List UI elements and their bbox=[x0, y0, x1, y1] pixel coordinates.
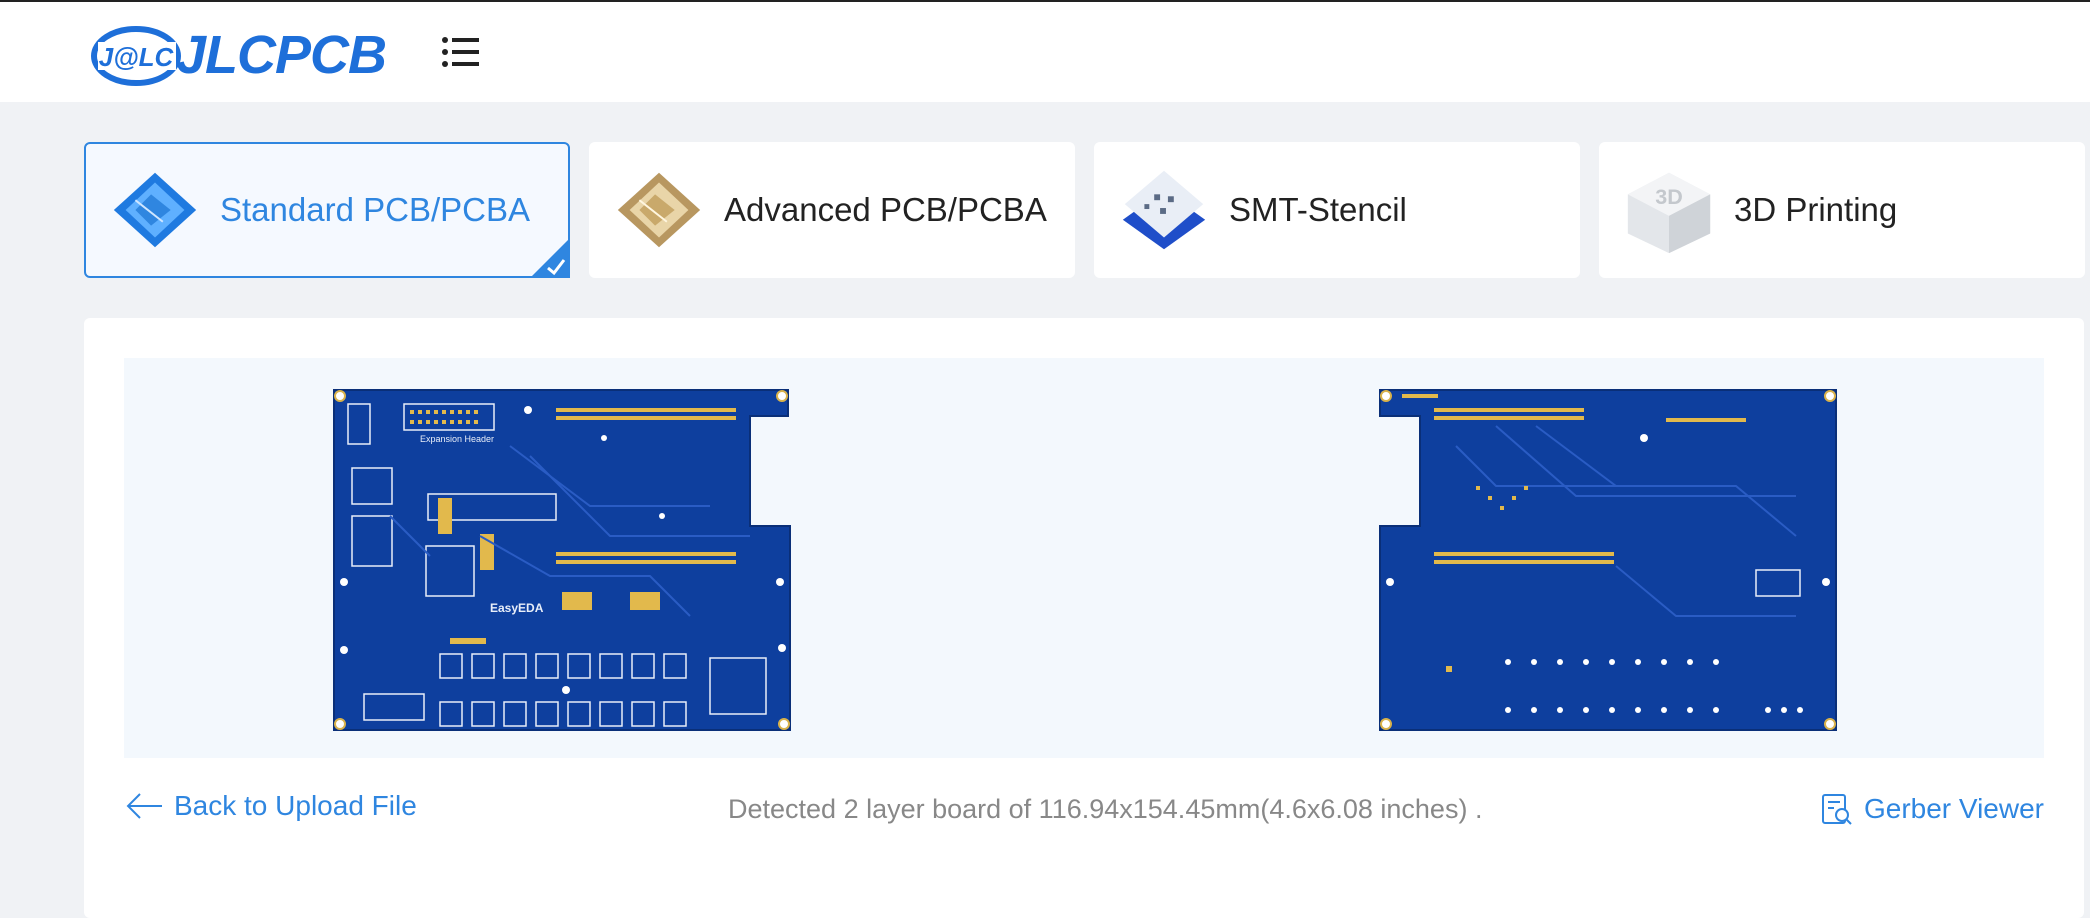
detected-board-info: Detected 2 layer board of 116.94x154.45m… bbox=[728, 794, 1483, 824]
gerber-viewer-link[interactable]: Gerber Viewer bbox=[1820, 792, 2044, 826]
list-menu-icon bbox=[442, 37, 479, 67]
standard-pcb-icon bbox=[113, 172, 197, 248]
back-to-upload-link[interactable]: Back to Upload File bbox=[124, 790, 417, 822]
gerber-preview-panel: Expansion Header EasyEDA Back to Upload … bbox=[84, 318, 2084, 918]
tab-smt-stencil[interactable]: SMT-Stencil bbox=[1094, 142, 1580, 278]
tab-label: SMT-Stencil bbox=[1229, 191, 1407, 228]
tab-label: Standard PCB/PCBA bbox=[220, 191, 530, 228]
tab-standard-pcb[interactable]: Standard PCB/PCBA bbox=[84, 142, 570, 278]
silk-easyeda-logo: EasyEDA bbox=[490, 601, 544, 615]
selected-check-icon bbox=[530, 238, 570, 278]
logo-text: JLCPCB bbox=[176, 25, 387, 85]
3d-printing-icon: 3D bbox=[1627, 172, 1711, 254]
product-tabs: Standard PCB/PCBA Advanced PCB/PCBA SMT-… bbox=[84, 142, 2090, 278]
preview-footer: Back to Upload File Detected 2 layer boa… bbox=[124, 778, 2044, 838]
menu-button[interactable] bbox=[438, 32, 482, 72]
tab-3d-printing[interactable]: 3D 3D Printing bbox=[1599, 142, 2085, 278]
document-search-icon bbox=[1821, 794, 1852, 825]
pcb-top-view[interactable]: Expansion Header EasyEDA bbox=[330, 386, 794, 734]
arrow-left-icon bbox=[126, 793, 162, 819]
tab-label: Advanced PCB/PCBA bbox=[724, 191, 1047, 228]
tab-label: 3D Printing bbox=[1734, 191, 1898, 228]
gerber-viewer-label: Gerber Viewer bbox=[1863, 793, 2044, 824]
logo-badge-text: J@LC bbox=[99, 42, 175, 72]
silk-expansion-header: Expansion Header bbox=[420, 434, 494, 444]
tab-advanced-pcb[interactable]: Advanced PCB/PCBA bbox=[589, 142, 1075, 278]
back-label: Back to Upload File bbox=[174, 790, 417, 821]
svg-text:3D: 3D bbox=[1655, 184, 1683, 209]
pcb-bottom-view[interactable] bbox=[1376, 386, 1840, 734]
logo-mark: J@LC bbox=[90, 22, 182, 88]
pcb-preview-area: Expansion Header EasyEDA bbox=[124, 358, 2044, 758]
smt-stencil-icon bbox=[1122, 170, 1206, 250]
top-bar: J@LC JLCPCB bbox=[0, 0, 2090, 102]
jlcpcb-logo[interactable]: J@LC JLCPCB bbox=[90, 20, 410, 90]
advanced-pcb-icon bbox=[617, 172, 701, 248]
